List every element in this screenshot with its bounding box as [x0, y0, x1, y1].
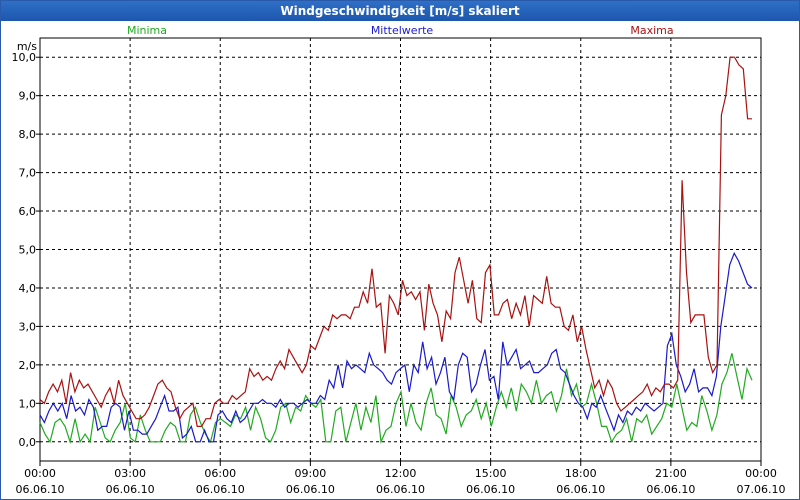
y-tick-label: 1,0 [19, 397, 37, 410]
x-tick-date: 06.06.10 [286, 483, 335, 496]
x-tick-time: 12:00 [385, 467, 417, 480]
x-tick-date: 06.06.10 [646, 483, 695, 496]
chart-plot: 0,0 1,0 2,0 3,0 4,0 5,0 6,0 7,0 8,0 9,0 10,0m/s 00:… [12, 24, 786, 496]
x-tick-date: 06.06.10 [556, 483, 605, 496]
x-tick-time: 15:00 [475, 467, 507, 480]
x-tick-date: 06.06.10 [16, 483, 65, 496]
x-tick-time: 00:00 [745, 467, 777, 480]
x-tick-date: 06.06.10 [376, 483, 425, 496]
y-axis-label: m/s [17, 40, 37, 53]
y-tick-label: 0,0 [19, 436, 37, 449]
x-tick-date: 06.06.10 [106, 483, 155, 496]
y-tick-label: 9,0 [19, 90, 37, 103]
x-tick-date: 06.06.10 [196, 483, 245, 496]
legend-minima: Minima [127, 24, 167, 37]
legend-maxima: Maxima [630, 24, 673, 37]
x-tick-time: 00:00 [24, 467, 56, 480]
x-tick-date: 06.06.10 [466, 483, 515, 496]
y-tick-label: 10,0 [12, 51, 37, 64]
y-tick-label: 8,0 [19, 128, 37, 141]
y-tick-label: 6,0 [19, 205, 37, 218]
x-tick-time: 09:00 [295, 467, 327, 480]
x-tick-time: 06:00 [204, 467, 236, 480]
x-tick-date: 07.06.10 [737, 483, 786, 496]
y-tick-label: 2,0 [19, 359, 37, 372]
legend-mittelwerte: Mittelwerte [371, 24, 434, 37]
y-tick-label: 5,0 [19, 244, 37, 257]
chart-title: Windgeschwindigkeit [m/s] skaliert [1, 1, 799, 21]
x-tick-time: 18:00 [565, 467, 597, 480]
y-tick-label: 7,0 [19, 167, 37, 180]
y-tick-label: 3,0 [19, 320, 37, 333]
x-tick-time: 21:00 [655, 467, 687, 480]
y-tick-label: 4,0 [19, 282, 37, 295]
x-tick-time: 03:00 [114, 467, 146, 480]
